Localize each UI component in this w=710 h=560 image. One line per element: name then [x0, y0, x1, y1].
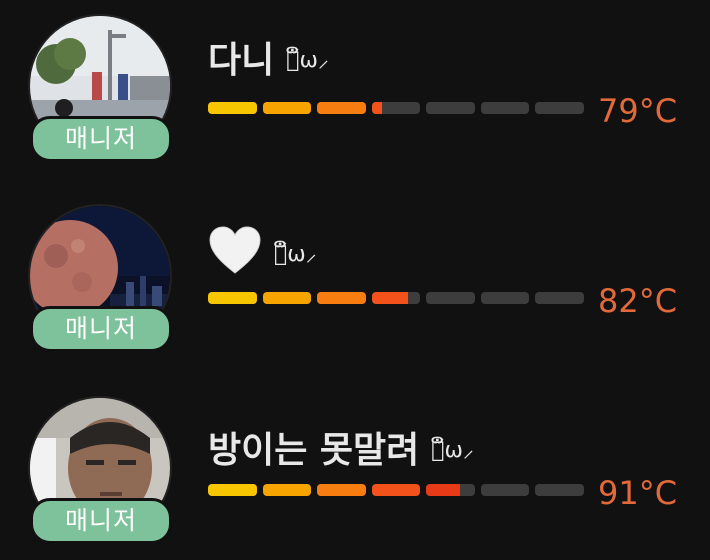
manager-badge: 매니저 — [30, 116, 172, 162]
emoticon: ⸜ຶ᷄ω⸝ — [431, 438, 474, 463]
bar-segment — [480, 292, 530, 304]
temperature-bar — [208, 292, 585, 306]
bar-segment — [262, 484, 312, 496]
temperature-bar — [208, 102, 585, 116]
avatar-container[interactable]: 매니저 — [28, 14, 172, 164]
bar-segment — [371, 292, 421, 304]
bar-segment — [262, 292, 312, 304]
name-line: 다니 ⸜ຶ᷄ω⸝ — [208, 32, 329, 82]
avatar-container[interactable]: 매니저 — [28, 396, 172, 546]
user-name: 방이는 못말려 — [208, 430, 420, 471]
manager-badge: 매니저 — [30, 498, 172, 544]
bar-segment-fill — [262, 292, 312, 304]
bar-segment — [426, 292, 475, 304]
emoticon: ⸜ຶ᷄ω⸝ — [274, 242, 317, 267]
bar-segment — [208, 292, 257, 304]
user-name: 다니 — [208, 40, 275, 81]
bar-segment-fill — [208, 102, 257, 114]
bar-segment-fill — [371, 102, 383, 114]
bar-segment — [208, 484, 257, 496]
manager-row[interactable]: 매니저 다니 ⸜ຶ᷄ω⸝ 79°C — [0, 14, 710, 164]
temperature-bar — [208, 484, 585, 498]
bar-segment-fill — [262, 484, 312, 496]
manager-row[interactable]: 매니저 방이는 못말려 ⸜ຶ᷄ω⸝ 91°C — [0, 396, 710, 546]
bar-segment-fill — [208, 484, 257, 496]
manager-row[interactable]: 매니저 ⸜ຶ᷄ω⸝ 82°C — [0, 204, 710, 354]
name-line: ⸜ຶ᷄ω⸝ — [208, 226, 317, 276]
temperature-value: 82°C — [598, 282, 678, 320]
bar-segment — [426, 102, 475, 114]
bar-segment — [208, 102, 257, 114]
bar-segment-fill — [371, 292, 408, 304]
bar-segment — [480, 102, 530, 114]
temperature-value: 79°C — [598, 92, 678, 130]
temperature-value: 91°C — [598, 474, 678, 512]
bar-segment-fill — [317, 484, 366, 496]
bar-segment — [371, 484, 421, 496]
bar-segment — [317, 102, 366, 114]
white-heart-icon — [208, 226, 262, 276]
bar-segment — [535, 292, 585, 304]
bar-segment — [317, 484, 366, 496]
name-line: 방이는 못말려 ⸜ຶ᷄ω⸝ — [208, 422, 474, 472]
bar-segment-fill — [371, 484, 421, 496]
emoticon: ⸜ຶ᷄ω⸝ — [286, 48, 329, 73]
bar-segment — [262, 102, 312, 114]
bar-segment-fill — [208, 292, 257, 304]
bar-segment-fill — [317, 102, 366, 114]
manager-badge: 매니저 — [30, 306, 172, 352]
bar-segment-fill — [262, 102, 312, 114]
bar-segment — [480, 484, 530, 496]
bar-segment — [317, 292, 366, 304]
bar-segment-fill — [426, 484, 460, 496]
bar-segment — [535, 484, 585, 496]
bar-segment — [535, 102, 585, 114]
bar-segment — [371, 102, 421, 114]
bar-segment-fill — [317, 292, 366, 304]
avatar-container[interactable]: 매니저 — [28, 204, 172, 354]
bar-segment — [426, 484, 475, 496]
